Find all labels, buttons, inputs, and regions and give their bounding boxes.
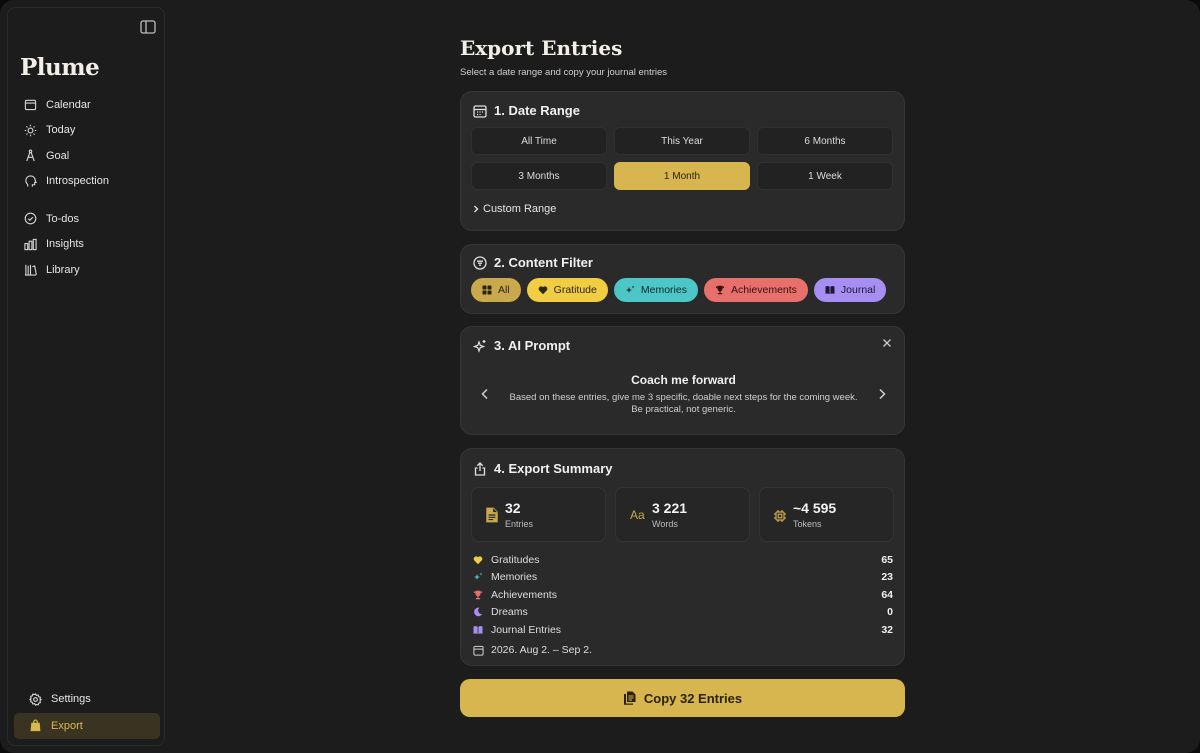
copy-entries-button[interactable]: Copy 32 Entries [460, 679, 905, 717]
breakdown-row-achievements: Achievements 64 [473, 586, 893, 604]
summary-breakdown: Gratitudes 65 Memories 23 Achievements 6… [473, 551, 893, 639]
stat-entries: 32 Entries [471, 487, 606, 542]
filter-chip-achievements[interactable]: Achievements [703, 278, 808, 302]
filter-chip-gratitude[interactable]: Gratitude [526, 278, 608, 302]
gear-icon [29, 692, 42, 706]
range-option-1-month[interactable]: 1 Month [614, 162, 750, 190]
range-option-1-week[interactable]: 1 Week [757, 162, 893, 190]
chevron-right-icon [474, 205, 479, 213]
sidebar: Plume Calendar Today Goal Introspection [7, 7, 165, 746]
sidebar-item-label: Library [46, 263, 80, 276]
range-option-3-months[interactable]: 3 Months [471, 162, 607, 190]
range-option-6-months[interactable]: 6 Months [757, 127, 893, 155]
sidebar-item-label: Goal [46, 149, 70, 162]
sidebar-item-settings[interactable]: Settings [14, 686, 160, 712]
filter-chip-memories[interactable]: Memories [613, 278, 698, 302]
book-open-icon [473, 625, 483, 634]
bar-chart-icon [24, 238, 37, 250]
stat-value: ~4 595 [793, 500, 837, 516]
range-option-all-time[interactable]: All Time [471, 127, 607, 155]
heart-icon [538, 286, 548, 295]
content-filter-title: 2. Content Filter [473, 255, 593, 270]
range-option-this-year[interactable]: This Year [614, 127, 750, 155]
breakdown-row-dreams: Dreams 0 [473, 604, 893, 622]
calendar-icon [473, 104, 487, 118]
custom-range-toggle[interactable]: Custom Range [472, 203, 556, 215]
sidebar-item-label: Export [51, 719, 83, 732]
date-range-card: 1. Date Range All Time This Year 6 Month… [460, 91, 905, 231]
stat-label: Entries [505, 519, 534, 529]
sidebar-item-introspection[interactable]: Introspection [20, 169, 160, 194]
sidebar-nav-bottom: Settings Export [14, 686, 160, 739]
sidebar-item-label: Introspection [46, 175, 109, 187]
page-title: Export Entries [460, 36, 623, 60]
page-subtitle: Select a date range and copy your journa… [460, 67, 668, 78]
sidebar-item-export[interactable]: Export [14, 712, 160, 739]
trophy-icon [715, 285, 725, 295]
sparkle-icon [625, 285, 635, 293]
app-window: Plume Calendar Today Goal Introspection [0, 0, 1200, 753]
sidebar-item-library[interactable]: Library [20, 257, 160, 282]
breakdown-row-journal-entries: Journal Entries 32 [473, 621, 893, 639]
prompt-title: Coach me forward [631, 373, 736, 387]
sparkles-icon [473, 339, 486, 353]
sidebar-toggle-icon[interactable] [140, 20, 156, 34]
calendar-icon [24, 99, 37, 111]
brain-icon [25, 174, 37, 187]
sidebar-item-calendar[interactable]: Calendar [20, 92, 160, 117]
sidebar-item-todos[interactable]: To-dos [20, 206, 160, 231]
chevron-right-icon[interactable] [875, 387, 889, 401]
content-filter-card: 2. Content Filter All Gratitude Memories [460, 244, 905, 314]
export-bag-icon [30, 719, 41, 732]
check-circle-icon [24, 212, 37, 225]
date-range-title: 1. Date Range [473, 103, 580, 118]
compass-icon [26, 149, 35, 162]
breakdown-row-gratitudes: Gratitudes 65 [473, 551, 893, 569]
chip-icon [774, 510, 786, 522]
document-icon [486, 507, 498, 523]
grid-icon [482, 285, 492, 295]
sidebar-item-today[interactable]: Today [20, 118, 160, 143]
export-summary-title: 4. Export Summary [473, 461, 613, 476]
sidebar-item-label: Insights [46, 238, 84, 250]
stat-value: 32 [505, 500, 521, 516]
trophy-icon [473, 590, 483, 599]
text-size-icon: Aa [630, 508, 645, 522]
sidebar-item-label: Settings [51, 693, 91, 705]
heart-icon [473, 556, 483, 564]
sidebar-item-insights[interactable]: Insights [20, 232, 160, 257]
sparkle-icon [474, 572, 483, 581]
moon-icon [474, 607, 483, 617]
sidebar-item-goal[interactable]: Goal [20, 143, 160, 168]
sidebar-item-label: Today [46, 124, 76, 136]
library-icon [24, 264, 37, 276]
prompt-description: Based on these entries, give me 3 specif… [509, 392, 858, 415]
export-date-range: 2026. Aug 2. – Sep 2. [473, 644, 592, 656]
sidebar-nav-primary: Calendar Today Goal Introspection [20, 92, 160, 194]
stat-label: Tokens [793, 519, 822, 529]
ai-prompt-title: 3. AI Prompt [473, 338, 570, 353]
breakdown-row-memories: Memories 23 [473, 569, 893, 587]
filter-chip-all[interactable]: All [471, 278, 521, 302]
stat-label: Words [652, 519, 678, 529]
close-icon[interactable] [882, 338, 892, 348]
filter-chip-journal[interactable]: Journal [813, 278, 887, 302]
ai-prompt-card: 3. AI Prompt Coach me forward Based on t… [460, 326, 905, 435]
share-icon [474, 461, 486, 476]
export-summary-card: 4. Export Summary 32 Entries Aa 3 221 Wo… [460, 448, 905, 666]
sun-icon [24, 124, 37, 136]
stat-tokens: ~4 595 Tokens [759, 487, 894, 542]
chevron-left-icon[interactable] [478, 387, 492, 401]
content-filter-chips: All Gratitude Memories Achievements Jour… [471, 278, 887, 302]
book-open-icon [825, 286, 835, 294]
sidebar-item-label: Calendar [46, 98, 91, 111]
brand-logo: Plume [20, 54, 100, 81]
calendar-icon [473, 645, 484, 656]
sidebar-nav-secondary: To-dos Insights Library [20, 206, 160, 283]
stat-value: 3 221 [652, 500, 688, 516]
sidebar-item-label: To-dos [46, 212, 80, 225]
stat-words: Aa 3 221 Words [615, 487, 750, 542]
filter-icon [473, 255, 487, 270]
copy-icon [623, 691, 636, 705]
